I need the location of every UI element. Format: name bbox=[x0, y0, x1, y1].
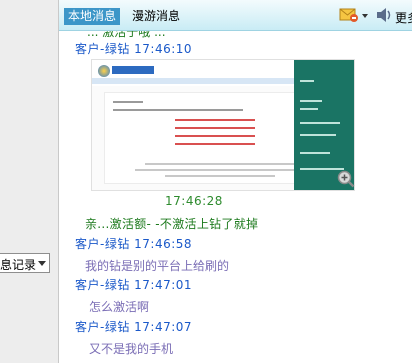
left-panel: 息记录 bbox=[0, 0, 59, 363]
mail-icon[interactable] bbox=[339, 7, 359, 26]
image-timestamp: 17:46:28 bbox=[165, 194, 223, 208]
message-text-partial: ... 激活于哦 ... bbox=[87, 31, 166, 39]
screenshot-image[interactable] bbox=[91, 59, 355, 191]
message-sender: 客户-绿钻 17:47:01 bbox=[75, 278, 193, 292]
tab-local-messages[interactable]: 本地消息 bbox=[64, 8, 121, 25]
thumb-logo-text bbox=[112, 66, 154, 74]
history-select[interactable]: 息记录 bbox=[0, 253, 50, 273]
more-button[interactable]: 更多 bbox=[395, 9, 412, 26]
message-sender: 客户-绿钻 17:47:07 bbox=[75, 320, 193, 334]
message-text: 怎么激活啊 bbox=[89, 300, 150, 314]
chat-log: ... 激活于哦 ... 客户-绿钻 17:46:10 17:46:28 亲..… bbox=[59, 31, 412, 363]
message-sender: 客户-绿钻 17:46:10 bbox=[75, 42, 193, 56]
message-text: 亲...激活额- -不激活上钻了就掉 bbox=[85, 217, 259, 231]
mail-dropdown-icon[interactable] bbox=[362, 14, 368, 18]
zoom-in-icon[interactable] bbox=[337, 170, 355, 191]
message-text: 又不是我的手机 bbox=[89, 342, 174, 356]
message-text: 我的钻是别的平台上给刷的 bbox=[85, 259, 230, 273]
speaker-icon[interactable] bbox=[375, 7, 393, 26]
message-sender: 客户-绿钻 17:46:58 bbox=[75, 237, 193, 251]
message-tab-bar: 本地消息 漫游消息 更多 bbox=[59, 0, 412, 31]
history-select-label: 息记录 bbox=[0, 258, 36, 272]
chevron-down-icon[interactable] bbox=[38, 261, 46, 266]
tab-roaming-messages[interactable]: 漫游消息 bbox=[128, 8, 184, 25]
thumb-logo-icon bbox=[98, 65, 110, 77]
